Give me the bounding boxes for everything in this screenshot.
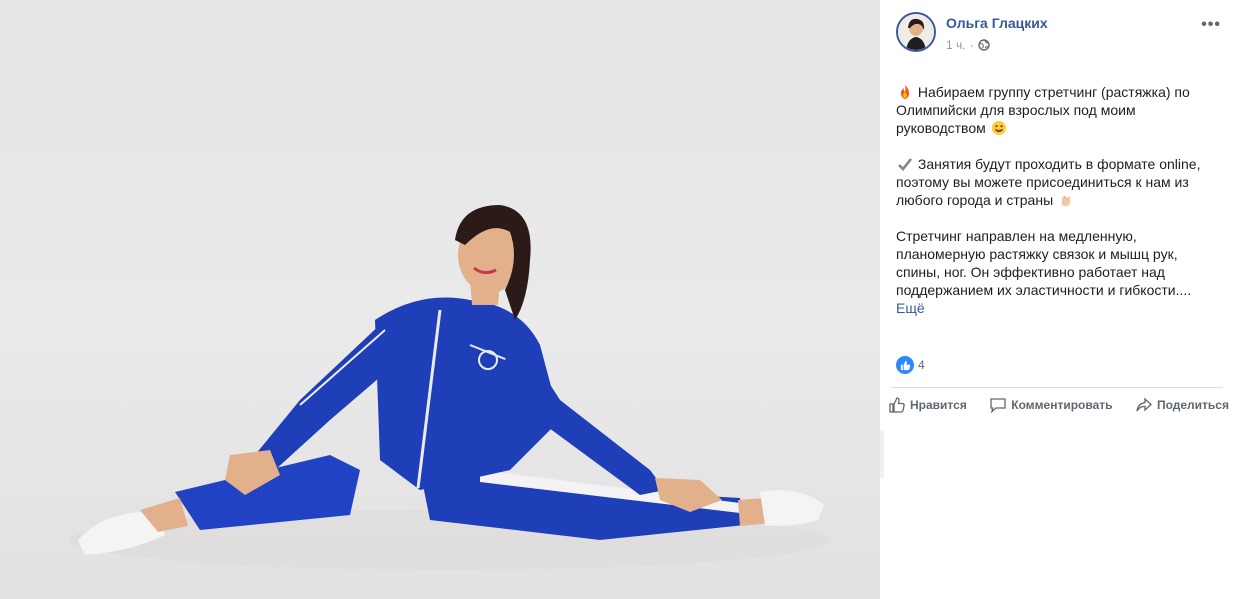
paragraph-3-text: Стретчинг направлен на медленную, планом… bbox=[896, 228, 1192, 298]
thumbs-up-icon bbox=[889, 397, 905, 413]
share-label: Поделиться bbox=[1156, 398, 1229, 412]
author-name[interactable]: Ольга Глацких bbox=[946, 15, 1048, 31]
comment-label: Комментировать bbox=[1011, 398, 1113, 412]
paragraph-1-text: Набираем группу стретчинг (растяжка) по … bbox=[896, 84, 1190, 136]
share-icon bbox=[1136, 397, 1152, 412]
share-button[interactable]: Поделиться bbox=[1135, 396, 1229, 414]
like-reaction-icon bbox=[896, 356, 914, 374]
post-actions: Нравится Комментировать Поделиться bbox=[888, 396, 1229, 414]
paragraph-3: Стретчинг направлен на медленную, планом… bbox=[896, 227, 1216, 317]
author-avatar[interactable] bbox=[896, 12, 936, 52]
avatar-photo-icon bbox=[898, 14, 934, 50]
comment-button[interactable]: Комментировать bbox=[989, 396, 1113, 414]
paragraph-2: Занятия будут проходить в формате online… bbox=[896, 155, 1216, 209]
like-label: Нравится bbox=[910, 398, 967, 412]
photo-illustration bbox=[70, 205, 830, 570]
paragraph-1: Набираем группу стретчинг (растяжка) по … bbox=[896, 83, 1216, 137]
comment-icon bbox=[990, 398, 1006, 414]
post-meta: 1 ч. · bbox=[946, 38, 990, 52]
post-sidebar: Ольга Глацких 1 ч. · ••• Набираем группу… bbox=[880, 0, 1239, 599]
actions-divider bbox=[892, 387, 1223, 388]
reactions-summary[interactable]: 4 bbox=[896, 356, 925, 374]
clap-emoji bbox=[1061, 195, 1071, 207]
fire-emoji bbox=[901, 85, 909, 99]
reactions-count: 4 bbox=[918, 358, 925, 372]
globe-icon[interactable] bbox=[977, 39, 990, 51]
more-options-icon[interactable]: ••• bbox=[1201, 16, 1221, 34]
post-time[interactable]: 1 ч. bbox=[946, 38, 966, 52]
check-emoji bbox=[898, 158, 913, 171]
post-header: Ольга Глацких 1 ч. · ••• bbox=[896, 12, 1227, 60]
post-text: Набираем группу стретчинг (растяжка) по … bbox=[896, 83, 1216, 317]
sidebar-edge bbox=[880, 430, 884, 478]
wink-emoji bbox=[991, 121, 1006, 135]
photo-viewer: Ольга Глацких 1 ч. · ••• Набираем группу… bbox=[0, 0, 1239, 599]
see-more-link[interactable]: Ещё bbox=[896, 299, 1216, 317]
like-button[interactable]: Нравится bbox=[888, 396, 967, 414]
post-photo[interactable] bbox=[0, 0, 880, 599]
paragraph-2-text: Занятия будут проходить в формате online… bbox=[896, 156, 1201, 208]
